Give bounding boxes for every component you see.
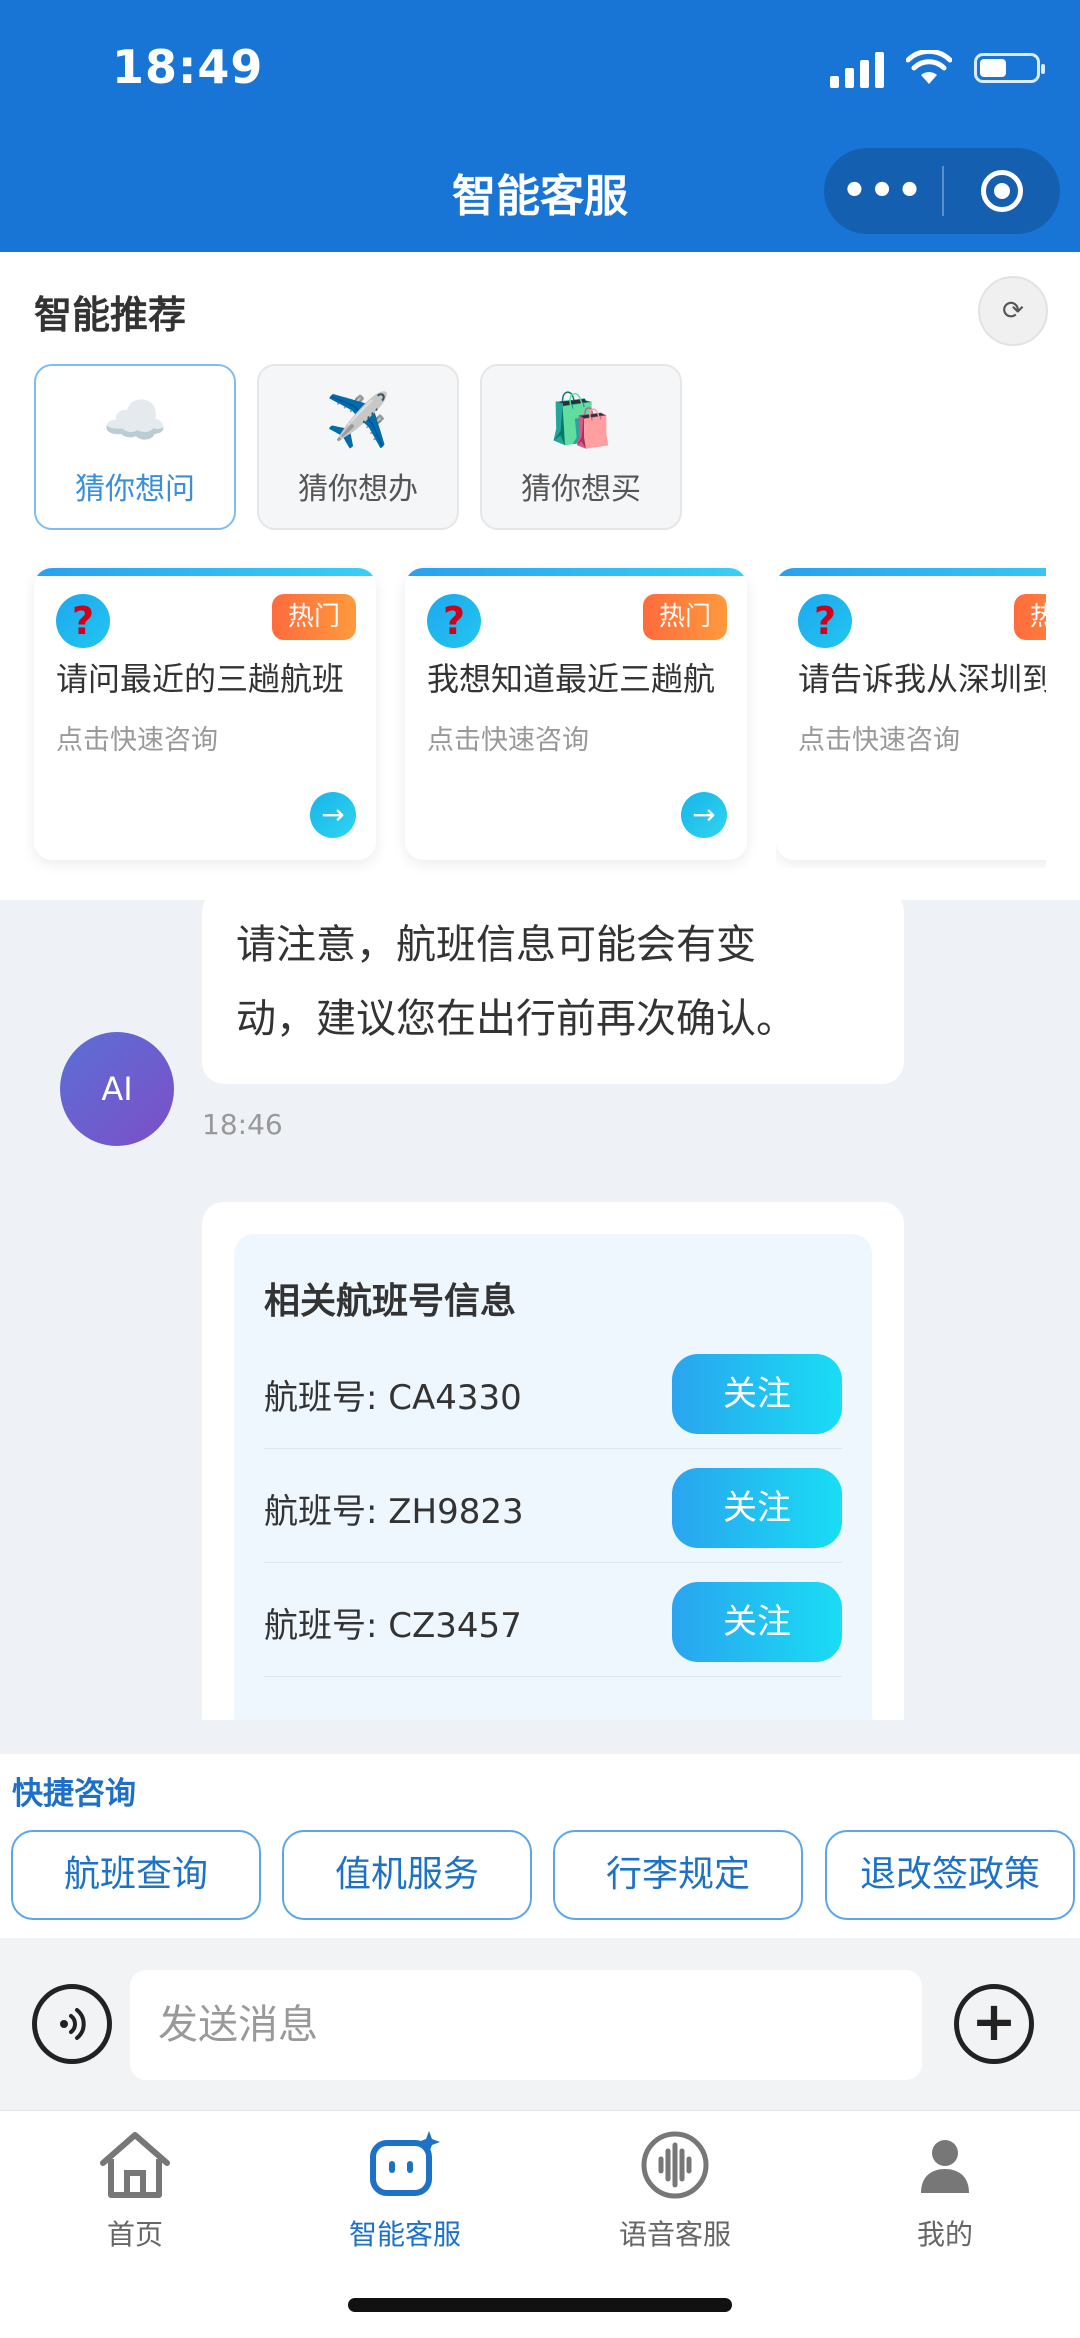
hot-badge: 热门 xyxy=(272,594,356,640)
question-mark-icon: ? xyxy=(798,594,852,648)
chip-baggage-rules[interactable]: 行李规定 xyxy=(553,1830,803,1920)
target-icon xyxy=(981,170,1023,212)
status-icons xyxy=(830,48,1045,88)
card-accent-bar xyxy=(405,568,747,576)
tab-smart-service[interactable]: 智能客服 xyxy=(270,2125,540,2253)
question-card[interactable]: ? 热门 我想知道最近三趟航 点击快速咨询 → xyxy=(405,568,747,860)
chat-area[interactable]: 请注意，航班信息可能会有变 动，建议您在出行前再次确认。 AI 18:46 相关… xyxy=(0,900,1080,1720)
question-mark-icon: ? xyxy=(56,594,110,648)
tab-label: 语音客服 xyxy=(618,2218,731,2251)
wifi-icon xyxy=(906,50,952,84)
voice-icon xyxy=(60,2008,86,2040)
hot-badge: 热门 xyxy=(1014,594,1046,640)
chip-flight-query[interactable]: 航班查询 xyxy=(11,1830,261,1920)
flight-row: 航班号: CZ3457 关注 xyxy=(264,1562,842,1677)
quick-consult-title: 快捷咨询 xyxy=(12,1776,136,1812)
flight-number: 航班号: ZH9823 xyxy=(264,1492,524,1532)
question-text: 请问最近的三趟航班 xyxy=(56,660,345,698)
question-mark-icon: ? xyxy=(427,594,481,648)
voice-input-button[interactable] xyxy=(32,1984,112,2064)
recommend-panel: 智能推荐 ⟳ ☁️ 猜你想问 ✈️ 猜你想办 🛍️ 猜你想买 ? 热门 请问最近… xyxy=(0,252,1080,900)
message-line: 请注意，航班信息可能会有变 xyxy=(236,922,756,968)
question-subtext: 点击快速咨询 xyxy=(798,725,960,756)
refresh-button[interactable]: ⟳ xyxy=(978,276,1048,346)
chip-refund-change-policy[interactable]: 退改签政策 xyxy=(825,1830,1075,1920)
card-accent-bar xyxy=(34,568,376,576)
flight-info-bubble: 相关航班号信息 航班号: CA4330 关注 航班号: ZH9823 关注 航班… xyxy=(202,1202,904,1720)
home-indicator xyxy=(348,2298,732,2312)
tab-label: 智能客服 xyxy=(348,2218,461,2251)
tab-home[interactable]: 首页 xyxy=(0,2125,270,2253)
airplane-icon: ✈️ xyxy=(325,391,391,451)
arrow-right-icon[interactable]: → xyxy=(310,792,356,838)
question-card[interactable]: ? 热门 请告诉我从深圳到 点击快速咨询 → xyxy=(776,568,1046,860)
tab-label: 首页 xyxy=(106,2218,163,2251)
user-icon xyxy=(921,2140,969,2193)
card-accent-bar xyxy=(776,568,1046,576)
robot-chat-icon xyxy=(370,2131,440,2196)
avatar: AI xyxy=(60,1032,174,1146)
shopping-bags-icon: 🛍️ xyxy=(548,391,614,451)
follow-button[interactable]: 关注 xyxy=(672,1582,842,1662)
cloud-icon: ☁️ xyxy=(102,391,168,451)
message-timestamp: 18:46 xyxy=(202,1108,283,1141)
ai-message-bubble: 请注意，航班信息可能会有变 动，建议您在出行前再次确认。 xyxy=(202,900,904,1084)
flight-number: 航班号: CA4330 xyxy=(264,1378,522,1418)
hot-badge: 热门 xyxy=(643,594,727,640)
miniapp-capsule: ••• xyxy=(824,148,1060,234)
chip-checkin-service[interactable]: 值机服务 xyxy=(282,1830,532,1920)
question-text: 请告诉我从深圳到 xyxy=(798,660,1046,698)
category-label: 猜你想办 xyxy=(298,472,418,507)
arrow-right-icon[interactable]: → xyxy=(681,792,727,838)
app-header: 18:49 智能客服 ••• xyxy=(0,0,1080,252)
tab-mine[interactable]: 我的 xyxy=(810,2125,1080,2253)
status-time: 18:49 xyxy=(112,40,264,94)
tab-voice-service[interactable]: 语音客服 xyxy=(540,2125,810,2253)
category-do[interactable]: ✈️ 猜你想办 xyxy=(257,364,459,530)
voice-wave-icon xyxy=(641,2131,709,2199)
question-text: 我想知道最近三趟航 xyxy=(427,660,716,698)
add-button[interactable]: + xyxy=(954,1984,1034,2064)
flight-info-title: 相关航班号信息 xyxy=(264,1281,517,1322)
category-label: 猜你想买 xyxy=(521,472,641,507)
question-subtext: 点击快速咨询 xyxy=(427,725,589,756)
category-buy[interactable]: 🛍️ 猜你想买 xyxy=(480,364,682,530)
follow-button[interactable]: 关注 xyxy=(672,1354,842,1434)
cellular-signal-icon xyxy=(830,48,884,88)
flight-number: 航班号: CZ3457 xyxy=(264,1606,522,1646)
battery-icon xyxy=(974,53,1045,83)
quick-consult-bar: 快捷咨询 航班查询 值机服务 行李规定 退改签政策 xyxy=(0,1754,1080,1938)
flight-info-card: 相关航班号信息 航班号: CA4330 关注 航班号: ZH9823 关注 航班… xyxy=(234,1234,872,1720)
flight-row: 航班号: CA4330 关注 xyxy=(264,1334,842,1449)
tab-label: 我的 xyxy=(916,2218,973,2251)
flight-row: 航班号: ZH9823 关注 xyxy=(264,1448,842,1563)
follow-button[interactable]: 关注 xyxy=(672,1468,842,1548)
more-button[interactable]: ••• xyxy=(824,168,942,214)
question-subtext: 点击快速咨询 xyxy=(56,725,218,756)
recommend-title: 智能推荐 xyxy=(34,293,187,337)
input-bar: + xyxy=(0,1938,1080,2110)
message-input[interactable] xyxy=(130,1970,922,2080)
close-miniapp-button[interactable] xyxy=(944,170,1060,212)
home-icon xyxy=(100,2132,170,2198)
card-scroll-clip: ? 热门 请告诉我从深圳到 点击快速咨询 → xyxy=(776,568,1046,868)
category-label: 猜你想问 xyxy=(75,472,195,507)
message-line: 动，建议您在出行前再次确认。 xyxy=(236,996,796,1042)
question-card[interactable]: ? 热门 请问最近的三趟航班 点击快速咨询 → xyxy=(34,568,376,860)
category-ask[interactable]: ☁️ 猜你想问 xyxy=(34,364,236,530)
